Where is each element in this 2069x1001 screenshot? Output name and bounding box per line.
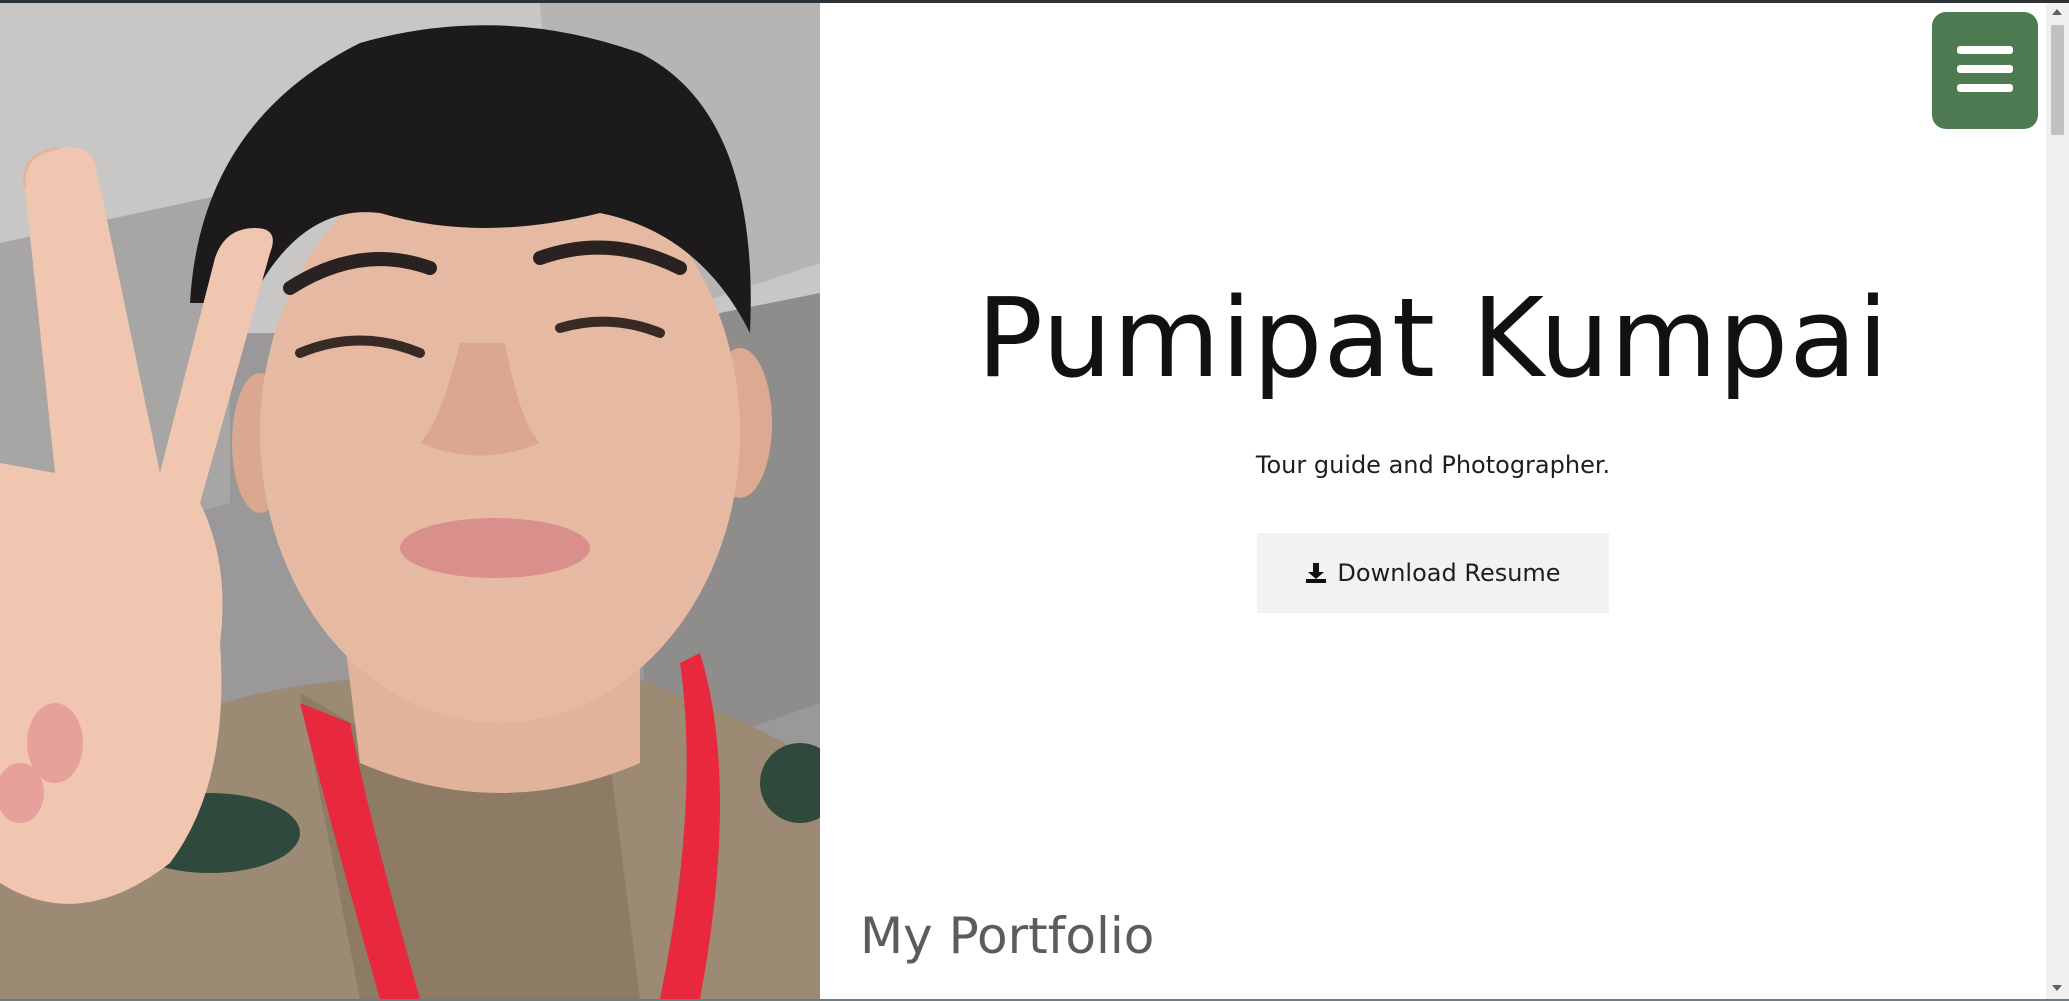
download-icon (1305, 562, 1327, 584)
hamburger-menu-icon (1957, 46, 2013, 95)
scroll-down-arrow-icon[interactable] (2052, 985, 2062, 991)
scroll-up-arrow-icon[interactable] (2052, 9, 2062, 15)
hero-tagline: Tour guide and Photographer. (1255, 451, 1611, 479)
download-resume-button[interactable]: Download Resume (1257, 533, 1609, 613)
profile-photo (0, 3, 820, 999)
menu-toggle-button[interactable] (1932, 12, 2038, 129)
page: Pumipat Kumpai Tour guide and Photograph… (0, 0, 2069, 1001)
page-scrollbar[interactable] (2046, 3, 2069, 999)
profile-photo-illustration (0, 3, 820, 999)
portfolio-heading: My Portfolio (860, 907, 1155, 965)
hero-name: Pumipat Kumpai (976, 274, 1890, 402)
scrollbar-thumb[interactable] (2051, 25, 2064, 135)
hero-section: Pumipat Kumpai Tour guide and Photograph… (820, 3, 2046, 999)
download-resume-label: Download Resume (1337, 559, 1561, 587)
